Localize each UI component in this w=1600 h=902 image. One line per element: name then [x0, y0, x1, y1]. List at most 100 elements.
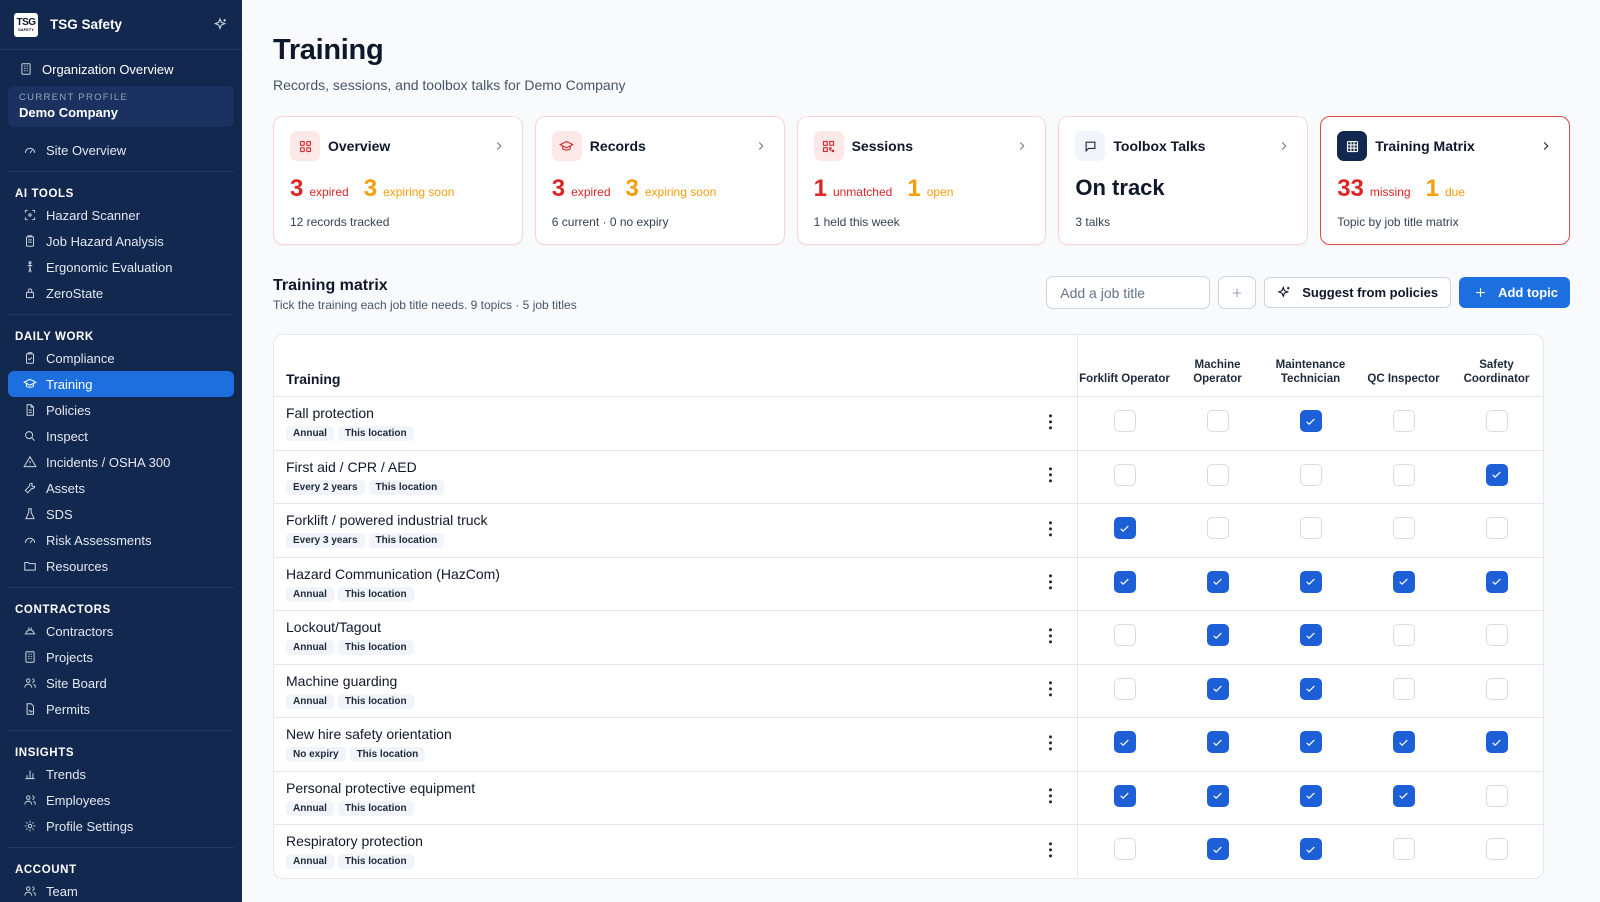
checkbox-checked[interactable] [1299, 731, 1322, 754]
checkbox-checked[interactable] [1299, 677, 1322, 700]
more-options-icon[interactable] [1043, 842, 1057, 858]
more-options-icon[interactable] [1043, 788, 1057, 804]
topic-name[interactable]: Machine guarding [286, 673, 1065, 689]
job-title-header[interactable]: Machine Operator [1171, 335, 1264, 396]
topic-name[interactable]: Forklift / powered industrial truck [286, 512, 1065, 528]
topic-name[interactable]: First aid / CPR / AED [286, 459, 1065, 475]
more-options-icon[interactable] [1043, 521, 1057, 537]
checkbox-checked[interactable] [1113, 784, 1136, 807]
nav-profile-settings[interactable]: Profile Settings [8, 813, 234, 839]
nav-permits[interactable]: Permits [8, 696, 234, 722]
checkbox-unchecked[interactable] [1299, 517, 1322, 540]
card-overview[interactable]: Overview 3 expired 3 expiring soon 12 reco… [273, 116, 523, 245]
checkbox-unchecked[interactable] [1206, 410, 1229, 433]
checkbox-checked[interactable] [1485, 570, 1508, 593]
nav-job-hazard-analysis[interactable]: Job Hazard Analysis [8, 228, 234, 254]
nav-organization-overview[interactable]: Organization Overview [8, 56, 234, 82]
job-title-header[interactable]: Safety Coordinator [1450, 335, 1543, 396]
card-training-matrix[interactable]: Training Matrix 33 missing 1 due Topic by … [1320, 116, 1570, 245]
nav-contractors[interactable]: Contractors [8, 618, 234, 644]
checkbox-unchecked[interactable] [1113, 410, 1136, 433]
nav-inspect[interactable]: Inspect [8, 423, 234, 449]
checkbox-checked[interactable] [1113, 570, 1136, 593]
checkbox-unchecked[interactable] [1392, 624, 1415, 647]
sparkle-pin-icon[interactable] [212, 16, 228, 33]
checkbox-checked[interactable] [1206, 731, 1229, 754]
nav-training[interactable]: Training [8, 371, 234, 397]
checkbox-checked[interactable] [1299, 784, 1322, 807]
checkbox-checked[interactable] [1392, 784, 1415, 807]
nav-site-overview[interactable]: Site Overview [8, 137, 234, 163]
checkbox-unchecked[interactable] [1206, 463, 1229, 486]
card-records[interactable]: Records 3 expired 3 expiring soon 6 curren… [534, 116, 785, 245]
nav-incidents-osha-300[interactable]: Incidents / OSHA 300 [8, 449, 234, 475]
checkbox-checked[interactable] [1206, 570, 1229, 593]
nav-trends[interactable]: Trends [8, 761, 234, 787]
current-profile[interactable]: Current Profile Demo Company [8, 86, 234, 127]
job-title-header[interactable]: QC Inspector [1357, 335, 1450, 396]
card-sessions[interactable]: Sessions 1 unmatched 1 open 1 held this we… [796, 116, 1047, 245]
nav-zerostate[interactable]: ZeroState [8, 280, 234, 306]
checkbox-unchecked[interactable] [1113, 463, 1136, 486]
checkbox-unchecked[interactable] [1113, 624, 1136, 647]
more-options-icon[interactable] [1043, 735, 1057, 751]
topic-name[interactable]: Respiratory protection [286, 833, 1065, 849]
checkbox-unchecked[interactable] [1485, 410, 1508, 433]
checkbox-checked[interactable] [1392, 570, 1415, 593]
checkbox-unchecked[interactable] [1485, 624, 1508, 647]
checkbox-checked[interactable] [1206, 677, 1229, 700]
checkbox-checked[interactable] [1485, 731, 1508, 754]
more-options-icon[interactable] [1043, 628, 1057, 644]
nav-ergonomic-evaluation[interactable]: Ergonomic Evaluation [8, 254, 234, 280]
checkbox-unchecked[interactable] [1485, 517, 1508, 540]
job-title-header[interactable]: Maintenance Technician [1264, 335, 1357, 396]
add-topic-button[interactable]: Add topic [1459, 277, 1570, 308]
checkbox-checked[interactable] [1113, 731, 1136, 754]
checkbox-checked[interactable] [1392, 731, 1415, 754]
checkbox-unchecked[interactable] [1113, 838, 1136, 861]
checkbox-checked[interactable] [1299, 410, 1322, 433]
topic-name[interactable]: Personal protective equipment [286, 780, 1065, 796]
add-job-title-button[interactable] [1218, 276, 1257, 309]
checkbox-unchecked[interactable] [1206, 517, 1229, 540]
topic-name[interactable]: New hire safety orientation [286, 726, 1065, 742]
nav-hazard-scanner[interactable]: Hazard Scanner [8, 202, 234, 228]
checkbox-unchecked[interactable] [1485, 677, 1508, 700]
checkbox-checked[interactable] [1299, 570, 1322, 593]
nav-team[interactable]: Team [8, 878, 234, 902]
card-toolbox-talks[interactable]: Toolbox Talks On track 3 talks [1058, 116, 1309, 245]
topic-name[interactable]: Lockout/Tagout [286, 619, 1065, 635]
topic-name[interactable]: Hazard Communication (HazCom) [286, 566, 1065, 582]
checkbox-checked[interactable] [1299, 838, 1322, 861]
checkbox-unchecked[interactable] [1392, 838, 1415, 861]
nav-risk-assessments[interactable]: Risk Assessments [8, 527, 234, 553]
more-options-icon[interactable] [1043, 574, 1057, 590]
topic-name[interactable]: Fall protection [286, 405, 1065, 421]
checkbox-unchecked[interactable] [1485, 784, 1508, 807]
more-options-icon[interactable] [1043, 681, 1057, 697]
more-options-icon[interactable] [1043, 414, 1057, 430]
checkbox-checked[interactable] [1206, 838, 1229, 861]
nav-site-board[interactable]: Site Board [8, 670, 234, 696]
checkbox-unchecked[interactable] [1392, 410, 1415, 433]
nav-compliance[interactable]: Compliance [8, 345, 234, 371]
checkbox-unchecked[interactable] [1485, 838, 1508, 861]
nav-resources[interactable]: Resources [8, 553, 234, 579]
suggest-from-policies-button[interactable]: Suggest from policies [1264, 277, 1452, 308]
nav-assets[interactable]: Assets [8, 475, 234, 501]
checkbox-unchecked[interactable] [1392, 463, 1415, 486]
checkbox-unchecked[interactable] [1299, 463, 1322, 486]
checkbox-unchecked[interactable] [1392, 517, 1415, 540]
nav-policies[interactable]: Policies [8, 397, 234, 423]
nav-sds[interactable]: SDS [8, 501, 234, 527]
job-title-header[interactable]: Forklift Operator [1078, 335, 1171, 396]
checkbox-unchecked[interactable] [1113, 677, 1136, 700]
checkbox-checked[interactable] [1206, 624, 1229, 647]
checkbox-checked[interactable] [1485, 463, 1508, 486]
checkbox-checked[interactable] [1206, 784, 1229, 807]
nav-employees[interactable]: Employees [8, 787, 234, 813]
more-options-icon[interactable] [1043, 467, 1057, 483]
add-job-title-input[interactable] [1046, 276, 1211, 309]
checkbox-checked[interactable] [1299, 624, 1322, 647]
checkbox-unchecked[interactable] [1392, 677, 1415, 700]
